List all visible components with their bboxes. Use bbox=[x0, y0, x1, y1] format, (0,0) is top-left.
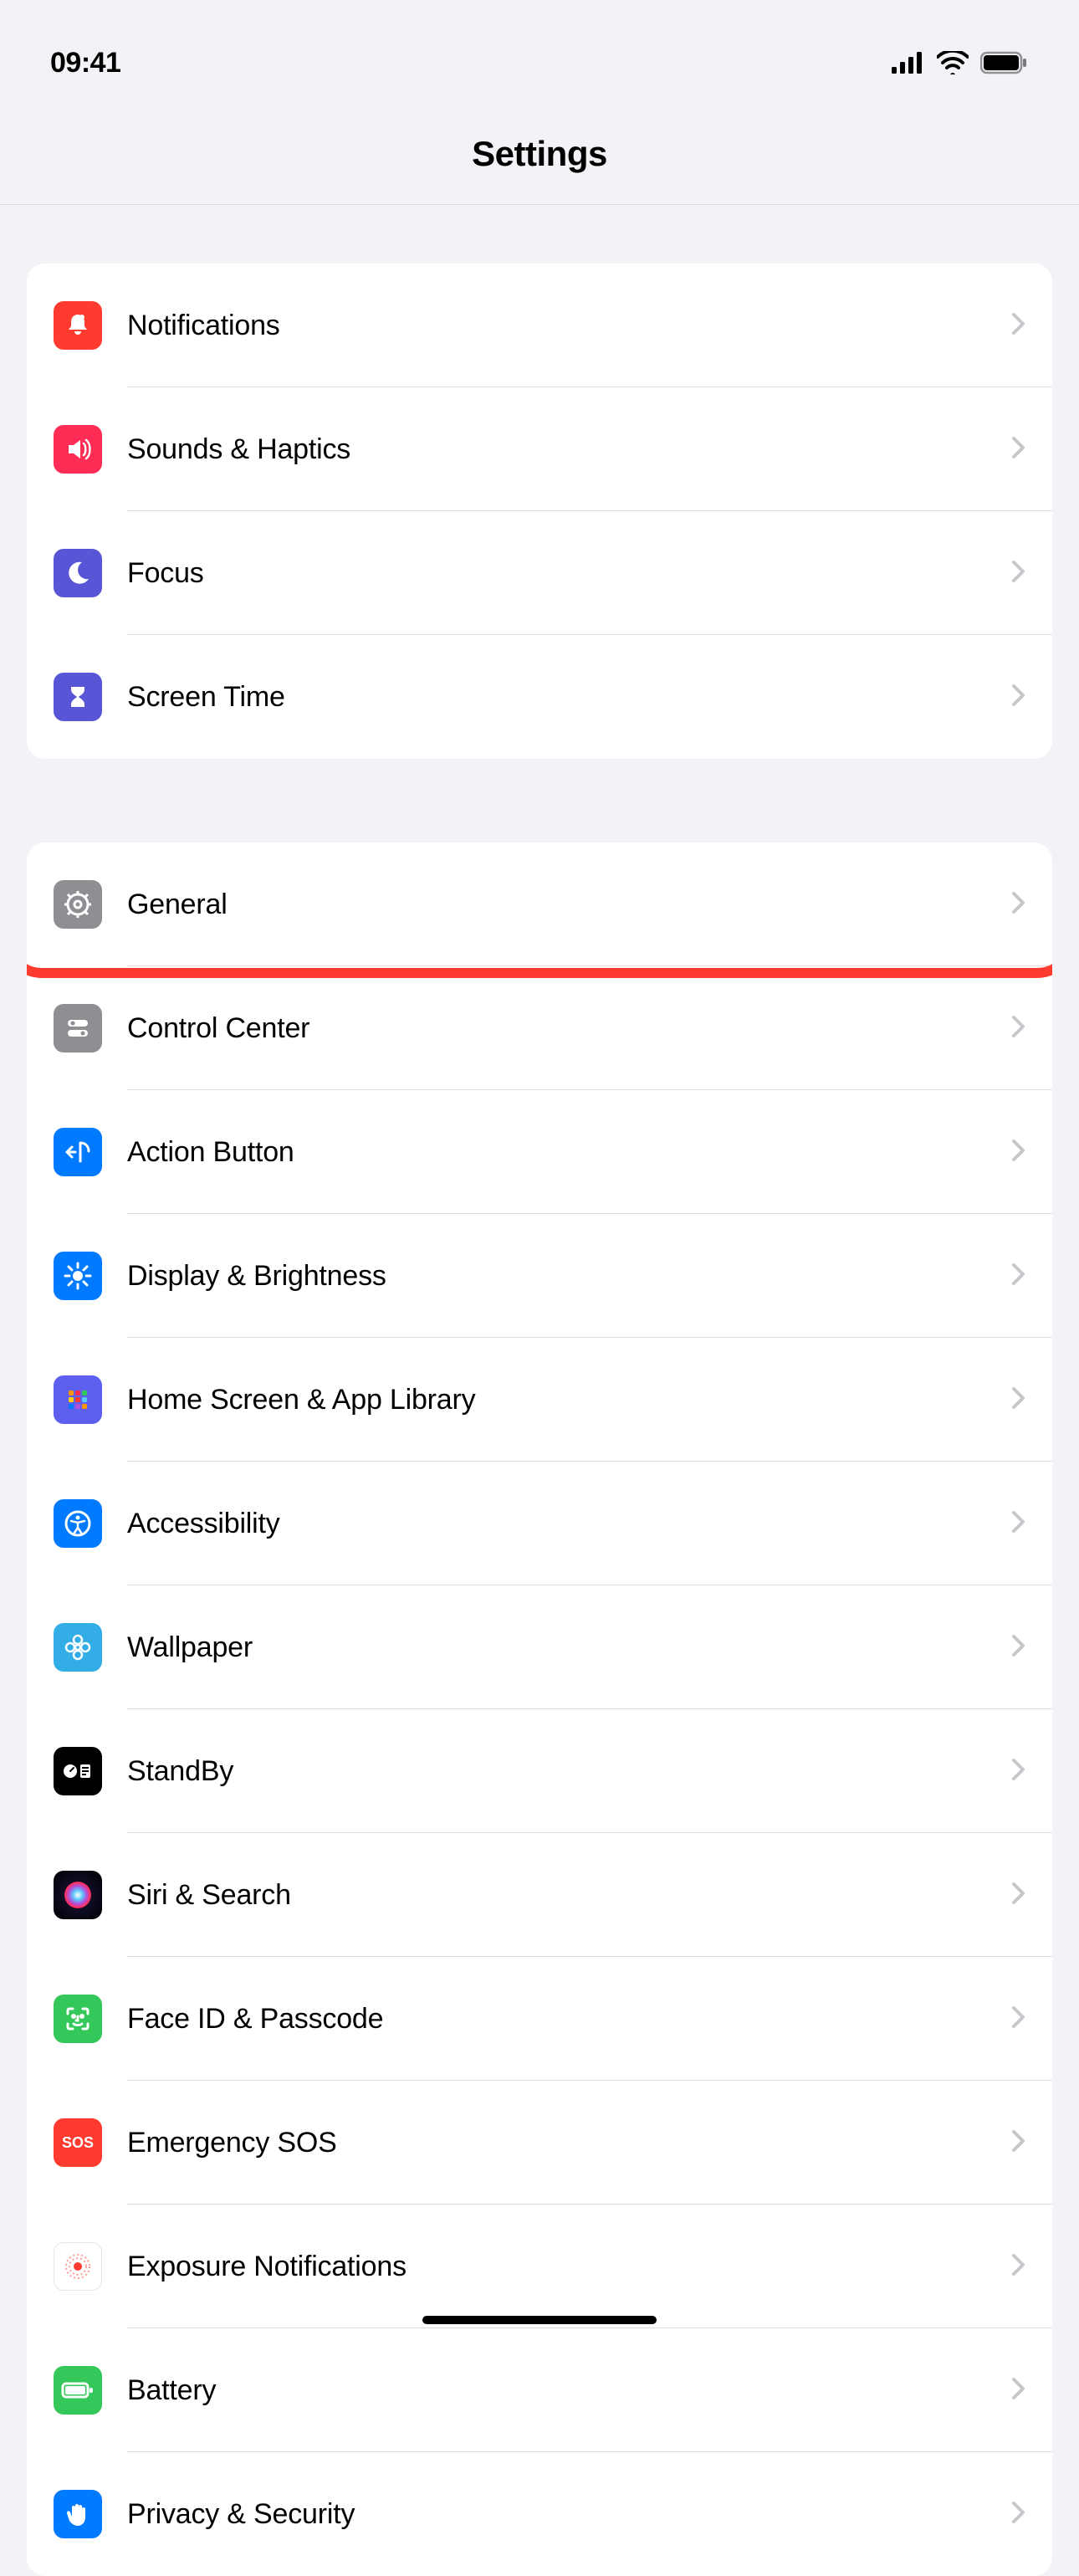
chevron-right-icon bbox=[1012, 892, 1025, 918]
row-standby[interactable]: StandBy bbox=[27, 1709, 1052, 1833]
row-label: Face ID & Passcode bbox=[127, 2003, 1012, 2036]
row-siri[interactable]: Siri & Search bbox=[27, 1833, 1052, 1957]
header: Settings bbox=[0, 100, 1079, 204]
row-label: StandBy bbox=[127, 1755, 1012, 1788]
battery-icon bbox=[980, 51, 1029, 74]
row-label: Siri & Search bbox=[127, 1879, 1012, 1912]
row-exposure[interactable]: Exposure Notifications bbox=[27, 2205, 1052, 2328]
status-bar: 09:41 bbox=[0, 0, 1079, 100]
home-indicator[interactable] bbox=[422, 2316, 657, 2324]
sos-text: SOS bbox=[62, 2134, 94, 2152]
status-time: 09:41 bbox=[50, 47, 120, 79]
bell-icon bbox=[54, 301, 102, 350]
chevron-right-icon bbox=[1012, 1511, 1025, 1537]
row-label: Emergency SOS bbox=[127, 2127, 1012, 2159]
siri-icon bbox=[54, 1871, 102, 1919]
chevron-right-icon bbox=[1012, 2130, 1025, 2156]
row-label: Accessibility bbox=[127, 1508, 1012, 1540]
gear-icon bbox=[54, 880, 102, 929]
row-privacy[interactable]: Privacy & Security bbox=[27, 2452, 1052, 2576]
row-screen-time[interactable]: Screen Time bbox=[27, 635, 1052, 759]
chevron-right-icon bbox=[1012, 313, 1025, 339]
flower-icon bbox=[54, 1623, 102, 1672]
row-label: Home Screen & App Library bbox=[127, 1384, 1012, 1416]
chevron-right-icon bbox=[1012, 1882, 1025, 1908]
row-notifications[interactable]: Notifications bbox=[27, 264, 1052, 387]
action-icon bbox=[54, 1128, 102, 1176]
chevron-right-icon bbox=[1012, 1387, 1025, 1413]
row-label: Focus bbox=[127, 557, 1012, 590]
row-home-screen[interactable]: Home Screen & App Library bbox=[27, 1338, 1052, 1462]
hourglass-icon bbox=[54, 673, 102, 721]
chevron-right-icon bbox=[1012, 2006, 1025, 2032]
apps-icon bbox=[54, 1375, 102, 1424]
sos-icon: SOS bbox=[54, 2118, 102, 2167]
row-label: Action Button bbox=[127, 1136, 1012, 1169]
row-general[interactable]: General bbox=[27, 842, 1052, 966]
row-label: Privacy & Security bbox=[127, 2498, 1012, 2531]
row-label: Sounds & Haptics bbox=[127, 433, 1012, 466]
chevron-right-icon bbox=[1012, 1016, 1025, 1042]
row-focus[interactable]: Focus bbox=[27, 511, 1052, 635]
standby-icon bbox=[54, 1747, 102, 1795]
chevron-right-icon bbox=[1012, 2378, 1025, 2404]
chevron-right-icon bbox=[1012, 437, 1025, 463]
chevron-right-icon bbox=[1012, 1139, 1025, 1165]
speaker-icon bbox=[54, 425, 102, 474]
row-control-center[interactable]: Control Center bbox=[27, 966, 1052, 1090]
row-label: Control Center bbox=[127, 1012, 1012, 1045]
chevron-right-icon bbox=[1012, 1263, 1025, 1289]
row-action-button[interactable]: Action Button bbox=[27, 1090, 1052, 1214]
row-accessibility[interactable]: Accessibility bbox=[27, 1462, 1052, 1585]
chevron-right-icon bbox=[1012, 561, 1025, 586]
hand-icon bbox=[54, 2490, 102, 2538]
row-wallpaper[interactable]: Wallpaper bbox=[27, 1585, 1052, 1709]
row-label: Display & Brightness bbox=[127, 1260, 1012, 1293]
accessibility-icon bbox=[54, 1499, 102, 1548]
faceid-icon bbox=[54, 1995, 102, 2043]
chevron-right-icon bbox=[1012, 2254, 1025, 2280]
battery-full-icon bbox=[54, 2366, 102, 2415]
row-sounds[interactable]: Sounds & Haptics bbox=[27, 387, 1052, 511]
switches-icon bbox=[54, 1004, 102, 1052]
row-display[interactable]: Display & Brightness bbox=[27, 1214, 1052, 1338]
cellular-icon bbox=[892, 52, 925, 74]
row-label: Screen Time bbox=[127, 681, 1012, 714]
row-label: Exposure Notifications bbox=[127, 2251, 1012, 2283]
chevron-right-icon bbox=[1012, 1635, 1025, 1661]
row-battery[interactable]: Battery bbox=[27, 2328, 1052, 2452]
row-label: General bbox=[127, 889, 1012, 921]
row-label: Wallpaper bbox=[127, 1631, 1012, 1664]
row-sos[interactable]: SOS Emergency SOS bbox=[27, 2081, 1052, 2205]
moon-icon bbox=[54, 549, 102, 597]
row-label: Notifications bbox=[127, 310, 1012, 342]
exposure-icon bbox=[54, 2242, 102, 2291]
row-faceid[interactable]: Face ID & Passcode bbox=[27, 1957, 1052, 2081]
status-indicators bbox=[892, 51, 1029, 74]
wifi-icon bbox=[937, 51, 969, 74]
chevron-right-icon bbox=[1012, 2502, 1025, 2527]
row-label: Battery bbox=[127, 2374, 1012, 2407]
header-separator bbox=[0, 204, 1079, 205]
page-title: Settings bbox=[0, 134, 1079, 174]
settings-group-1: Notifications Sounds & Haptics Focus Scr… bbox=[27, 264, 1052, 759]
sun-icon bbox=[54, 1252, 102, 1300]
chevron-right-icon bbox=[1012, 684, 1025, 710]
chevron-right-icon bbox=[1012, 1759, 1025, 1785]
